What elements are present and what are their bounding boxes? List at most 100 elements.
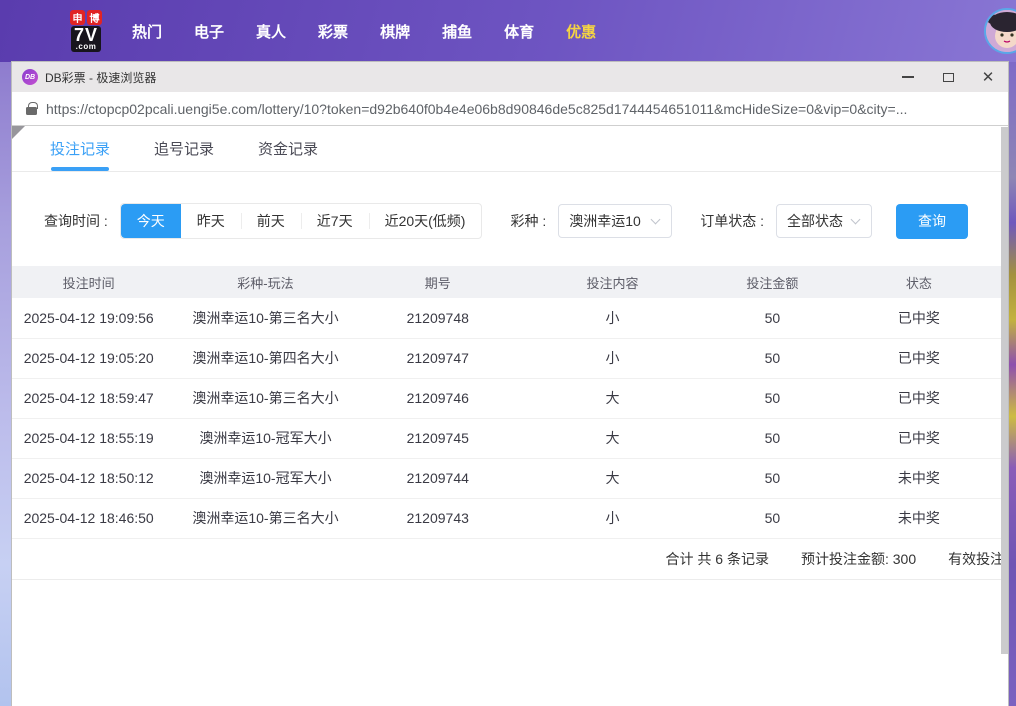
order-status-select[interactable]: 全部状态: [776, 204, 873, 238]
background-page-right-strip: [1008, 62, 1016, 706]
cell-bet-content: 小: [509, 498, 716, 539]
header-bet-time: 投注时间: [12, 266, 166, 298]
user-avatar[interactable]: [984, 8, 1016, 54]
table-row[interactable]: 2025-04-12 18:46:50 澳洲幸运10-第三名大小 2120974…: [12, 498, 1008, 539]
lock-icon: [26, 101, 38, 115]
table-row[interactable]: 2025-04-12 19:09:56 澳洲幸运10-第三名大小 2120974…: [12, 298, 1008, 339]
time-option-daybefore[interactable]: 前天: [240, 204, 301, 238]
header-issue: 期号: [365, 266, 510, 298]
table-row[interactable]: 2025-04-12 18:55:19 澳洲幸运10-冠军大小 21209745…: [12, 418, 1008, 459]
avatar-image: [986, 10, 1016, 52]
cell-issue: 21209748: [365, 298, 510, 339]
cell-status: 已中奖: [829, 298, 1008, 339]
bet-records-table: 投注时间 彩种-玩法 期号 投注内容 投注金额 状态 2025-04-12 19…: [12, 266, 1008, 539]
cell-bet-time: 2025-04-12 18:46:50: [12, 498, 166, 539]
nav-item-hot[interactable]: 热门: [132, 21, 162, 42]
window-titlebar[interactable]: DB DB彩票 - 极速浏览器 ✕: [12, 62, 1008, 92]
tab-bet-records[interactable]: 投注记录: [50, 126, 110, 171]
maximize-button[interactable]: [928, 62, 968, 92]
table-row[interactable]: 2025-04-12 18:59:47 澳洲幸运10-第三名大小 2120974…: [12, 378, 1008, 419]
chevron-down-icon: [650, 214, 661, 225]
record-tabs: 投注记录 追号记录 资金记录: [12, 126, 1008, 172]
logo-char: 申: [70, 10, 85, 25]
window-title: DB彩票 - 极速浏览器: [45, 70, 157, 85]
logo-char: 博: [87, 10, 102, 25]
cell-game-play: 澳洲幸运10-第四名大小: [165, 338, 366, 379]
summary-valid-amount: 有效投注金额:: [948, 550, 1008, 567]
nav-item-lottery[interactable]: 彩票: [318, 21, 348, 42]
cell-game-play: 澳洲幸运10-冠军大小: [165, 458, 366, 499]
cell-status: 未中奖: [829, 458, 1008, 499]
cell-game-play: 澳洲幸运10-冠军大小: [165, 418, 366, 459]
url-text[interactable]: https://ctopcp02pcali.uengi5e.com/lotter…: [46, 101, 907, 117]
nav-item-promo[interactable]: 优惠: [566, 21, 596, 42]
time-option-20days[interactable]: 近20天(低频): [368, 204, 482, 238]
cell-bet-time: 2025-04-12 18:59:47: [12, 378, 166, 419]
corner-fold: [12, 126, 25, 139]
summary-expected-amount: 预计投注金额: 300: [800, 550, 917, 567]
favicon-icon: DB: [22, 69, 38, 85]
nav-item-sports[interactable]: 体育: [504, 21, 534, 42]
cell-issue: 21209746: [365, 378, 510, 419]
table-row[interactable]: 2025-04-12 19:05:20 澳洲幸运10-第四名大小 2120974…: [12, 338, 1008, 379]
summary-total: 合计 共 6 条记录: [665, 550, 769, 567]
cell-status: 已中奖: [829, 338, 1008, 379]
cell-bet-time: 2025-04-12 18:55:19: [12, 418, 166, 459]
cell-bet-time: 2025-04-12 19:05:20: [12, 338, 166, 379]
nav-item-board[interactable]: 棋牌: [380, 21, 410, 42]
time-option-yesterday[interactable]: 昨天: [181, 204, 241, 238]
cell-bet-time: 2025-04-12 18:50:12: [12, 458, 166, 499]
cell-bet-content: 大: [509, 418, 716, 459]
time-range-group: 今天 昨天 前天 近7天 近20天(低频): [119, 203, 483, 239]
cell-status: 已中奖: [829, 378, 1008, 419]
close-button[interactable]: ✕: [968, 62, 1008, 92]
cell-bet-amount: 50: [715, 458, 830, 499]
lottery-select[interactable]: 澳洲幸运10: [558, 204, 673, 238]
url-bar[interactable]: https://ctopcp02pcali.uengi5e.com/lotter…: [12, 92, 1008, 126]
minimize-icon: [902, 76, 914, 78]
logo-com-text: .com: [75, 42, 97, 51]
table-header-row: 投注时间 彩种-玩法 期号 投注内容 投注金额 状态: [12, 266, 1008, 298]
table-row[interactable]: 2025-04-12 18:50:12 澳洲幸运10-冠军大小 21209744…: [12, 458, 1008, 499]
cell-bet-amount: 50: [715, 338, 830, 379]
main-nav: 热门 电子 真人 彩票 棋牌 捕鱼 体育 优惠: [132, 21, 596, 42]
tab-fund-records[interactable]: 资金记录: [258, 126, 318, 171]
nav-item-slots[interactable]: 电子: [194, 21, 224, 42]
time-option-today[interactable]: 今天: [120, 204, 181, 238]
chevron-down-icon: [850, 214, 861, 225]
cell-issue: 21209745: [365, 418, 510, 459]
cell-bet-content: 小: [509, 298, 716, 339]
summary-bar: 合计 共 6 条记录 预计投注金额: 300 有效投注金额:: [12, 539, 1008, 580]
lottery-select-value: 澳洲幸运10: [569, 213, 641, 229]
cell-issue: 21209747: [365, 338, 510, 379]
cell-bet-amount: 50: [715, 378, 830, 419]
minimize-button[interactable]: [888, 62, 928, 92]
cell-bet-content: 小: [509, 338, 716, 379]
maximize-icon: [942, 72, 954, 82]
lottery-filter-label: 彩种 :: [510, 213, 547, 229]
nav-item-live[interactable]: 真人: [256, 21, 286, 42]
header-status: 状态: [829, 266, 1008, 298]
status-filter-label: 订单状态 :: [700, 213, 765, 229]
background-page-left-strip: [0, 62, 12, 706]
header-bet-amount: 投注金额: [715, 266, 830, 298]
cell-bet-amount: 50: [715, 298, 830, 339]
time-option-7days[interactable]: 近7天: [300, 204, 369, 238]
content-scrollbar[interactable]: [1001, 126, 1008, 705]
cell-status: 已中奖: [829, 418, 1008, 459]
header-bet-content: 投注内容: [509, 266, 716, 298]
tab-chase-records[interactable]: 追号记录: [154, 126, 214, 171]
order-status-value: 全部状态: [787, 213, 844, 229]
filter-bar: 查询时间 : 今天 昨天 前天 近7天 近20天(低频) 彩种 : 澳洲幸运10…: [44, 203, 1008, 239]
query-button[interactable]: 查询: [896, 203, 969, 239]
bet-table-body: 2025-04-12 19:09:56 澳洲幸运10-第三名大小 2120974…: [12, 298, 1008, 539]
browser-window: DB DB彩票 - 极速浏览器 ✕ https://ctopcp02pcali.…: [12, 62, 1008, 706]
site-logo[interactable]: 申 博 7V .com: [62, 10, 110, 52]
scrollbar-thumb[interactable]: [1001, 127, 1008, 654]
cell-bet-amount: 50: [715, 418, 830, 459]
close-icon: ✕: [981, 68, 995, 86]
site-topbar: 申 博 7V .com 热门 电子 真人 彩票 棋牌 捕鱼 体育 优惠: [0, 0, 1016, 62]
cell-bet-content: 大: [509, 378, 716, 419]
nav-item-fishing[interactable]: 捕鱼: [442, 21, 472, 42]
header-game-play: 彩种-玩法: [165, 266, 366, 298]
